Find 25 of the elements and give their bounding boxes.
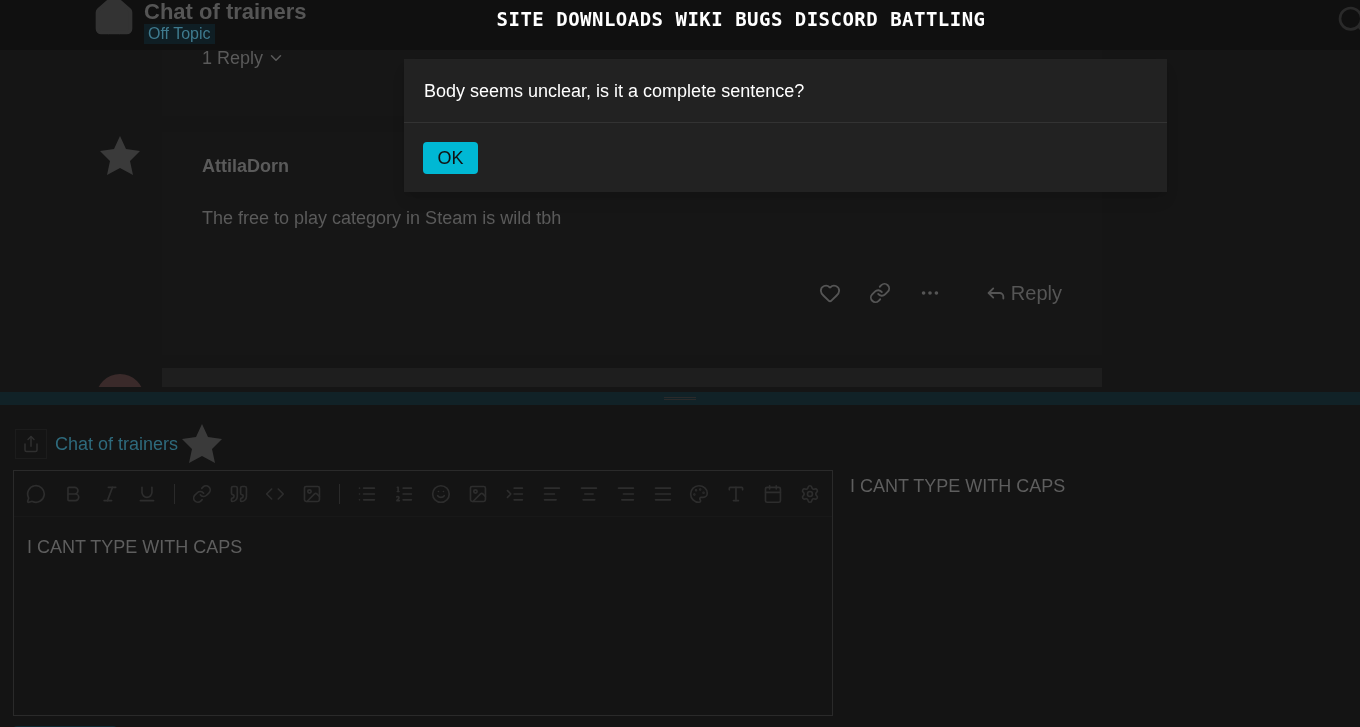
nav-link[interactable]: BATTLING xyxy=(890,5,986,34)
reply-type-button[interactable] xyxy=(15,429,47,459)
preview-text: I CANT TYPE WITH CAPS xyxy=(850,475,1066,498)
resize-bar[interactable] xyxy=(0,392,1360,405)
link-icon[interactable] xyxy=(868,282,891,304)
image-icon[interactable] xyxy=(467,483,488,504)
nav-link[interactable]: DISCORD xyxy=(794,5,879,34)
nav-link[interactable]: DOWNLOADS xyxy=(556,5,664,34)
ok-button[interactable]: OK xyxy=(423,141,478,174)
settings-icon[interactable] xyxy=(800,483,821,504)
nav-link[interactable]: WIKI xyxy=(675,5,724,34)
nav-link[interactable]: SITE xyxy=(496,5,545,34)
calendar-icon[interactable] xyxy=(763,483,784,504)
nav-link[interactable]: BUGS xyxy=(735,5,783,34)
quote-icon[interactable] xyxy=(228,483,249,504)
post-body: The free to play category in Steam is wild tbh xyxy=(202,207,563,230)
link-icon[interactable] xyxy=(191,483,212,504)
speech-bubble-icon[interactable] xyxy=(26,483,46,504)
smiley-icon[interactable] xyxy=(431,483,451,504)
dialog-message: Body seems unclear, is it a complete sentence? xyxy=(424,79,805,103)
image-icon[interactable] xyxy=(302,483,323,504)
category-tag[interactable]: Off Topic xyxy=(144,24,215,44)
topic-title: Chat of trainers xyxy=(144,0,307,24)
heart-icon[interactable] xyxy=(818,282,841,304)
palette-icon[interactable] xyxy=(689,483,710,504)
